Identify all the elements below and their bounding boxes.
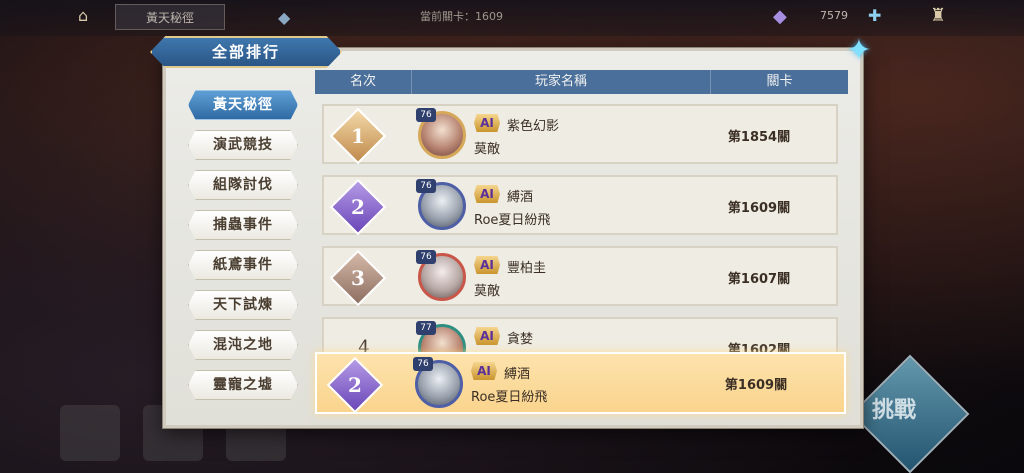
mode-label: 黃天秘徑 bbox=[115, 4, 225, 30]
diamond-icon: ◆ bbox=[278, 8, 291, 27]
top-bar: ⌂ 黃天秘徑 ◆ 當前關卡：1609 ◆ 7579 ✚ ♜ bbox=[0, 0, 1024, 36]
rank-number: 1 bbox=[351, 124, 365, 148]
ai-badge-icon: AI bbox=[474, 256, 500, 274]
level-badge: 76 bbox=[416, 179, 436, 193]
player-name: 貪婪 bbox=[507, 332, 534, 347]
level-badge: 76 bbox=[416, 250, 436, 264]
header-player: 玩家名稱 bbox=[411, 70, 711, 94]
menu-item-huangtian[interactable]: 黃天秘徑 bbox=[188, 90, 298, 120]
stage-value: 第1854關 bbox=[727, 130, 791, 145]
player-name: 紫色幻影 bbox=[507, 119, 560, 134]
rank-number: 2 bbox=[348, 373, 362, 397]
level-badge: 76 bbox=[413, 357, 433, 371]
rank-number: 3 bbox=[351, 266, 365, 290]
close-icon[interactable]: ✦ bbox=[842, 34, 876, 68]
player-team: 莫敵 bbox=[474, 142, 501, 157]
menu-item-lingchong[interactable]: 靈寵之墟 bbox=[188, 370, 298, 400]
panel-title: 全部排行 bbox=[150, 36, 342, 68]
stage-value: 第1609關 bbox=[724, 378, 788, 393]
menu-item-zhiyuan[interactable]: 紙鳶事件 bbox=[188, 250, 298, 280]
level-badge: 77 bbox=[416, 321, 436, 335]
menu-item-hundun[interactable]: 混沌之地 bbox=[188, 330, 298, 360]
ai-badge-icon: AI bbox=[474, 114, 500, 132]
dim-icon bbox=[60, 405, 120, 461]
ai-badge-icon: AI bbox=[471, 362, 497, 380]
menu-item-yanwu[interactable]: 演武競技 bbox=[188, 130, 298, 160]
stage-value: 第1609關 bbox=[727, 201, 791, 216]
player-name: 縛酒 bbox=[504, 367, 531, 382]
menu-item-buchong[interactable]: 捕蟲事件 bbox=[188, 210, 298, 240]
header-stage: 關卡 bbox=[766, 74, 793, 89]
player-team: Roe夏日紛飛 bbox=[471, 390, 548, 405]
player-name: 豐柏圭 bbox=[507, 261, 547, 276]
player-team: Roe夏日紛飛 bbox=[474, 213, 551, 228]
table-row[interactable]: 2 76 AI 縛酒 Roe夏日紛飛 第1609關 bbox=[322, 175, 838, 236]
table-row[interactable]: 1 76 AI 紫色幻影 莫敵 第1854關 bbox=[322, 104, 838, 165]
trophy-icon[interactable]: ♜ bbox=[930, 5, 946, 26]
gem-icon: ◆ bbox=[773, 6, 787, 27]
menu-item-tianxia[interactable]: 天下試煉 bbox=[188, 290, 298, 320]
stage-value: 第1607關 bbox=[727, 272, 791, 287]
table-header: 名次 玩家名稱 關卡 bbox=[315, 70, 848, 94]
player-name: 縛酒 bbox=[507, 190, 534, 205]
challenge-label: 挑戰 bbox=[872, 397, 917, 423]
table-row[interactable]: 3 76 AI 豐柏圭 莫敵 第1607關 bbox=[322, 246, 838, 307]
rank-number: 2 bbox=[351, 195, 365, 219]
add-gem-icon[interactable]: ✚ bbox=[868, 6, 881, 25]
player-team: 莫敵 bbox=[474, 284, 501, 299]
ai-badge-icon: AI bbox=[474, 185, 500, 203]
gem-count: 7579 bbox=[820, 9, 848, 22]
level-badge: 76 bbox=[416, 108, 436, 122]
home-icon[interactable]: ⌂ bbox=[78, 6, 102, 28]
ai-badge-icon: AI bbox=[474, 327, 500, 345]
self-rank-row[interactable]: 2 76 AI 縛酒 Roe夏日紛飛 第1609關 bbox=[315, 352, 846, 414]
current-stage-text: 當前關卡：1609 bbox=[420, 10, 503, 23]
header-rank: 名次 bbox=[349, 74, 376, 89]
menu-item-zudui[interactable]: 組隊討伐 bbox=[188, 170, 298, 200]
